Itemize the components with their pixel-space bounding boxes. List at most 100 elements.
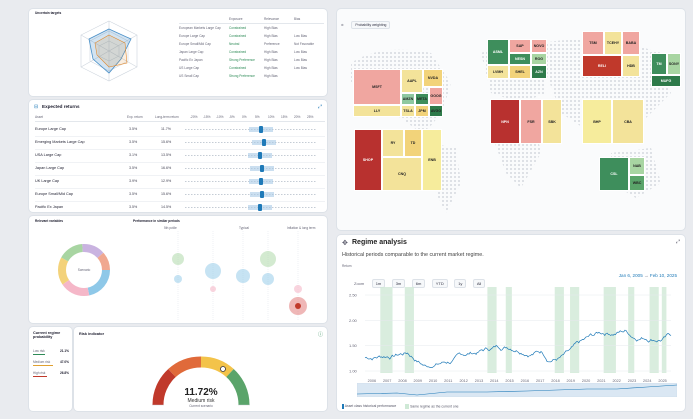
date-to[interactable]: Feb 10, 2025 [650, 273, 677, 278]
y-tick-label: 2.50 [349, 293, 358, 298]
return-marker [260, 165, 265, 172]
expand-icon[interactable]: ⤢ [318, 104, 322, 110]
regime-band [570, 287, 580, 373]
panel-title: Current regime probability [33, 331, 61, 339]
legend-swatch [342, 404, 344, 409]
treemap-tile[interactable]: ENB [422, 129, 442, 191]
expected-return-value: 3.5% [129, 140, 138, 144]
column-header: Relevance [264, 17, 280, 21]
treemap-tile[interactable]: AAPL [401, 69, 423, 93]
treemap-tile[interactable]: AVGO [429, 105, 443, 117]
axis-tick: 5% [255, 115, 260, 119]
treemap-tile[interactable]: LVMH [487, 65, 509, 79]
uncertain-targets-panel: Uncertain targets Exposure Relevance Bia… [29, 9, 327, 96]
y-tick-label: 2.00 [349, 318, 358, 323]
treemap-tile[interactable]: RY [382, 129, 404, 157]
treemap-tile[interactable]: FSR [520, 99, 542, 144]
zoom-bar: Zoom 1m 3m 6m YTD 1y All [354, 272, 487, 288]
table-row: Europe Small/Mid Cap 3.5% 15.6% [35, 188, 325, 202]
regime-band [404, 287, 414, 373]
treemap-tile[interactable]: BHP [582, 99, 612, 144]
expected-return-value: 3.1% [129, 153, 138, 157]
treemap-tile[interactable]: META [415, 93, 429, 105]
info-icon[interactable]: ⓘ [318, 331, 323, 338]
row-label: Europe Large Cap [35, 127, 67, 131]
performance-title: Performance in similar periods [133, 219, 180, 223]
expected-return-value: 3.5% [129, 127, 138, 131]
expected-return-value: 3.5% [129, 166, 138, 170]
row-label: Emerging Markets Large Cap [35, 140, 85, 144]
expected-returns-panel: ⊟ Expected returns ⤢ Asset Exp. return L… [29, 100, 327, 212]
long-term-value: 14.5% [161, 205, 172, 209]
axis-tick: -20% [190, 115, 198, 119]
date-from[interactable]: Jan 6, 2005 [619, 273, 643, 278]
treemap-tile[interactable]: MUFG [651, 75, 681, 87]
treemap-tile[interactable]: NVDA [423, 69, 443, 87]
treemap-tile[interactable]: HDB [622, 55, 640, 77]
return-marker [261, 139, 266, 146]
treemap-tile[interactable]: MSFT [353, 69, 401, 105]
treemap-tile[interactable]: CBA [612, 99, 644, 144]
treemap-tile[interactable]: TCEHY [604, 31, 622, 55]
treemap-tile[interactable]: BABA [622, 31, 640, 55]
regime-bar [33, 376, 47, 377]
risk-value: 11.72% [184, 387, 218, 398]
column-header: Exposure [229, 17, 243, 21]
column-header: Exp. return [127, 115, 143, 119]
return-marker [257, 152, 262, 159]
return-marker [257, 204, 262, 211]
treemap-tile[interactable]: ASML [487, 39, 509, 65]
treemap-tile[interactable]: TD [404, 129, 422, 157]
treemap-tile[interactable]: NOVO [531, 39, 547, 53]
treemap-tile[interactable]: AMZN [401, 93, 415, 105]
treemap-tile[interactable]: NAB [629, 157, 645, 175]
regime-bar [33, 365, 53, 366]
variables-panel: Relevant variables Scenario Performance … [29, 216, 327, 323]
risk-indicator-panel: Risk indicator ⓘ 11.72% Medium risk Curr… [74, 327, 327, 411]
treemap-tile[interactable]: TM [651, 53, 667, 75]
y-axis-title: Return [342, 264, 352, 268]
return-marker [260, 191, 265, 198]
treemap-tile[interactable]: TSLA [401, 105, 415, 117]
regime-band [661, 287, 667, 373]
column-header: Asset [35, 115, 43, 119]
radar-chart [80, 20, 138, 82]
treemap-tile[interactable]: GOOG [429, 87, 443, 105]
treemap-tile[interactable]: SBK [542, 99, 562, 144]
treemap-tile[interactable]: CNQ [382, 157, 422, 191]
move-icon[interactable]: ✥ [342, 239, 348, 247]
chart-legend: Asset class historical performance Same … [342, 404, 459, 409]
treemap-tile[interactable]: NPN [490, 99, 520, 144]
legend-item: Asset class historical performance [344, 404, 397, 409]
navigator-chart[interactable] [357, 383, 677, 397]
regime-analysis-panel: ✥ Regime analysis ⤢ Historical periods c… [337, 235, 685, 411]
legend-swatch [405, 404, 410, 409]
treemap-tile[interactable]: JPM [415, 105, 429, 117]
regime-row: Medium risk 47.0% [33, 360, 69, 366]
table-row: Japan Large Cap 3.5% 16.6% [35, 162, 325, 176]
treemap-tile[interactable]: CSL [599, 157, 629, 191]
regime-row: Low risk 21.1% [33, 349, 69, 355]
treemap-tile[interactable]: SHOP [354, 129, 382, 191]
axis-tick: 20% [294, 115, 301, 119]
table-row: Europe Small/Mid Cap Neutral Preference Not… [179, 42, 315, 46]
treemap-tile[interactable]: SONY [667, 53, 681, 75]
row-label: Pacific Ex Japan [35, 205, 64, 209]
treemap-tile[interactable]: SAP [509, 39, 531, 53]
long-term-value: 12.9% [161, 179, 172, 183]
table-row: Pacific Ex Japan Strong Preference High Bi… [179, 58, 307, 62]
treemap-tile[interactable]: ROG [531, 53, 547, 65]
return-marker [258, 126, 263, 133]
treemap-tile[interactable]: AZN [531, 65, 547, 79]
treemap-tile[interactable]: NESN [509, 53, 531, 65]
treemap-tile[interactable]: TSM [582, 31, 604, 55]
table-row: Pacific Ex Japan 3.5% 14.5% [35, 201, 325, 212]
treemap-tile[interactable]: RELI [582, 55, 622, 77]
treemap-tile[interactable]: SHEL [509, 65, 531, 79]
treemap-tile[interactable]: WBC [629, 175, 645, 191]
expand-icon[interactable]: ⤢ [676, 239, 680, 245]
date-range[interactable]: Jan 6, 2005 → Feb 10, 2025 [619, 273, 677, 278]
treemap-tile[interactable]: LLY [353, 105, 401, 117]
collapse-icon[interactable]: ⊟ [34, 104, 38, 110]
table-row: European Markets Large Cap Constrained Hig… [179, 26, 278, 30]
